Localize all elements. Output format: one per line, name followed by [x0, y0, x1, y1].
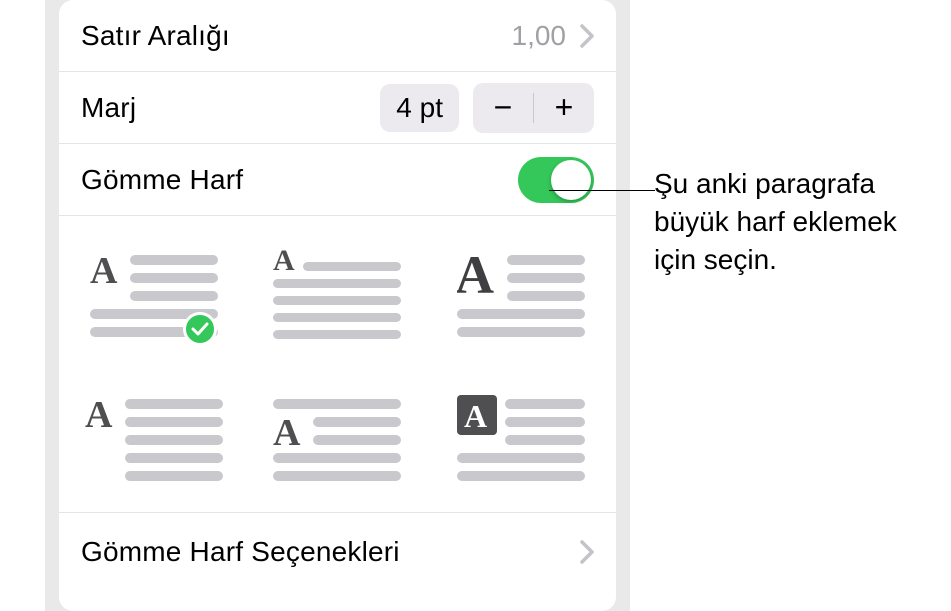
- margin-row: Marj 4 pt − +: [59, 72, 616, 144]
- dropcap-style-5[interactable]: A: [265, 388, 411, 488]
- margin-controls: 4 pt − +: [380, 83, 594, 133]
- svg-text:A: A: [90, 250, 118, 292]
- margin-stepper: − +: [473, 83, 594, 133]
- svg-text:A: A: [457, 249, 494, 305]
- margin-label: Marj: [81, 92, 136, 124]
- dropcap-label: Gömme Harf: [81, 164, 243, 196]
- svg-text:A: A: [464, 398, 487, 434]
- svg-text:A: A: [273, 246, 295, 277]
- svg-text:A: A: [273, 412, 301, 454]
- chevron-right-icon: [580, 540, 594, 564]
- dropcap-style-3[interactable]: A: [448, 244, 594, 344]
- dropcap-options-label: Gömme Harf Seçenekleri: [81, 536, 400, 568]
- line-spacing-value-group: 1,00: [512, 20, 595, 52]
- dropcap-style-6[interactable]: A: [448, 388, 594, 488]
- toggle-knob: [551, 160, 591, 200]
- svg-text:A: A: [85, 394, 113, 436]
- callout-leader-line: [549, 190, 655, 191]
- line-spacing-label: Satır Aralığı: [81, 20, 230, 52]
- dropcap-options-row[interactable]: Gömme Harf Seçenekleri: [59, 513, 616, 591]
- dropcap-row: Gömme Harf: [59, 144, 616, 216]
- margin-decrease-button[interactable]: −: [473, 83, 533, 133]
- line-spacing-value: 1,00: [512, 20, 567, 52]
- settings-panel-container: Satır Aralığı 1,00 Marj 4 pt − + G: [45, 0, 630, 611]
- dropcap-toggle[interactable]: [518, 157, 594, 203]
- line-spacing-row[interactable]: Satır Aralığı 1,00: [59, 0, 616, 72]
- settings-panel: Satır Aralığı 1,00 Marj 4 pt − + G: [59, 0, 616, 611]
- callout-text: Şu anki paragrafa büyük harf eklemek içi…: [654, 165, 944, 278]
- dropcap-style-4[interactable]: A: [81, 388, 227, 488]
- dropcap-style-1[interactable]: A: [81, 244, 227, 344]
- margin-value[interactable]: 4 pt: [380, 84, 459, 132]
- margin-increase-button[interactable]: +: [534, 83, 594, 133]
- checkmark-icon: [183, 312, 217, 346]
- dropcap-style-2[interactable]: A: [265, 244, 411, 344]
- chevron-right-icon: [580, 24, 594, 48]
- dropcap-style-grid: A A: [59, 216, 616, 513]
